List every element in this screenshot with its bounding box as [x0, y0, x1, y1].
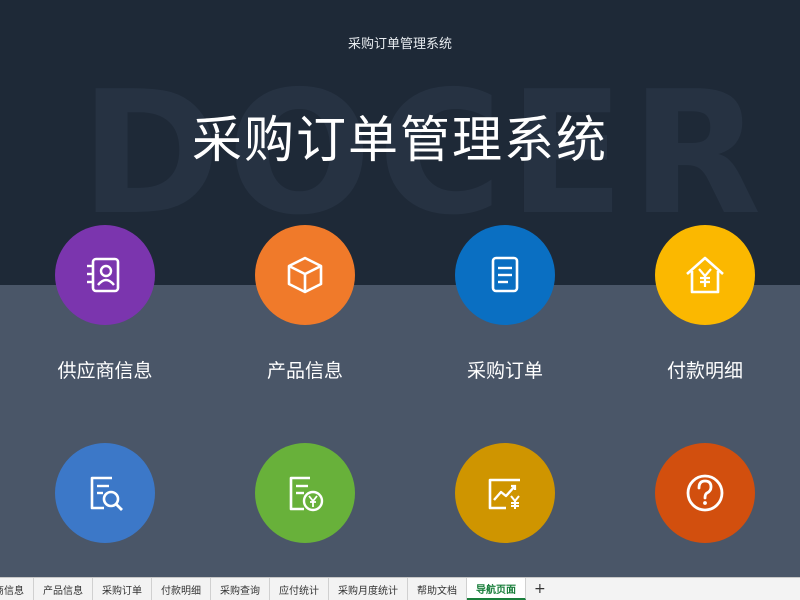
document-icon [491, 256, 519, 293]
nav-label-payment[interactable]: 付款明细 [625, 356, 785, 383]
box-icon [287, 256, 323, 294]
sheet-tab-label: 采购月度统计 [338, 585, 398, 597]
sheet-tab-active[interactable]: 导航页面 [467, 578, 526, 600]
sheet-tab[interactable]: 采购月度统计 [329, 578, 408, 600]
sheet-tab[interactable]: 产品信息 [34, 578, 93, 600]
sheet-tab-label: 导航页面 [476, 584, 516, 596]
question-icon [686, 474, 724, 512]
sheet-tab-label: 采购订单 [102, 585, 142, 597]
nav-button-help[interactable] [655, 443, 755, 543]
yen-document-icon [289, 476, 324, 512]
sheet-tab[interactable]: 采购查询 [211, 578, 270, 600]
sheet-tab[interactable]: 付款明细 [152, 578, 211, 600]
sheet-tab[interactable]: 采购订单 [93, 578, 152, 600]
nav-button-payment[interactable] [655, 225, 755, 325]
nav-button-payable[interactable] [255, 443, 355, 543]
window-title: 采购订单管理系统 [347, 37, 452, 52]
sheet-tab[interactable]: 商信息 [0, 578, 34, 600]
nav-button-query[interactable] [55, 443, 155, 543]
nav-label-product[interactable]: 产品信息 [225, 356, 385, 383]
nav-label-purchase-order[interactable]: 采购订单 [425, 356, 585, 383]
sheet-tab-label: 付款明细 [161, 585, 201, 597]
search-document-icon [90, 476, 123, 511]
sheet-tab-label: 采购查询 [220, 585, 260, 597]
house-yen-icon [686, 256, 724, 294]
nav-button-monthly-stats[interactable] [455, 443, 555, 543]
nav-button-supplier[interactable] [55, 225, 155, 325]
sheet-tab-label: 帮助文档 [417, 585, 457, 597]
nav-button-product[interactable] [255, 225, 355, 325]
add-sheet-button[interactable]: + [526, 578, 554, 600]
nav-label-supplier[interactable]: 供应商信息 [25, 356, 185, 383]
sheet-tab-bar: 商信息 产品信息 采购订单 付款明细 采购查询 应付统计 采购月度统计 帮助文档… [0, 577, 800, 600]
sheet-tab-label: 产品信息 [43, 585, 83, 597]
sheet-tab[interactable]: 帮助文档 [408, 578, 467, 600]
sheet-tab-label: 应付统计 [279, 585, 319, 597]
chart-yen-icon [488, 478, 520, 510]
nav-button-purchase-order[interactable] [455, 225, 555, 325]
sheet-tab-label: 商信息 [0, 585, 24, 597]
contact-card-icon [87, 257, 120, 293]
sheet-tab[interactable]: 应付统计 [270, 578, 329, 600]
page-title: 采购订单管理系统 [192, 111, 608, 169]
